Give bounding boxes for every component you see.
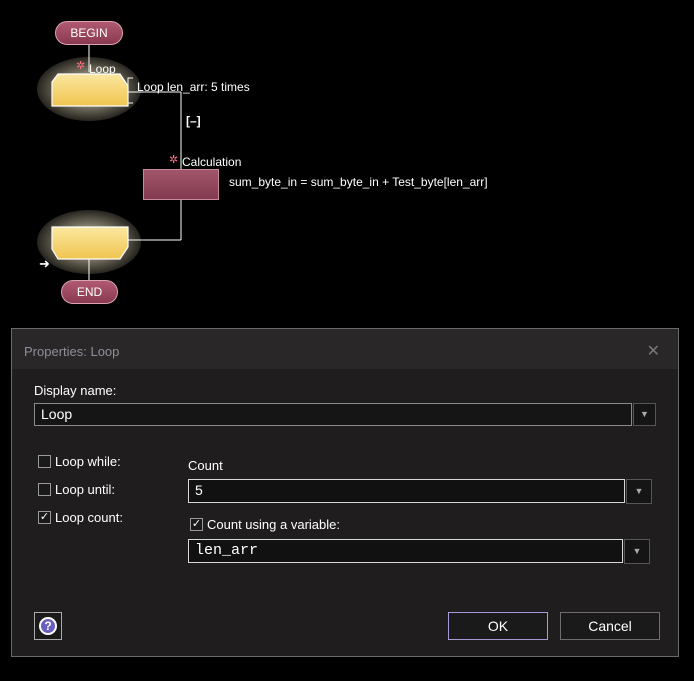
loop-start-node[interactable]: [50, 72, 130, 108]
ok-button[interactable]: OK: [448, 612, 548, 640]
star-icon: ✲: [169, 154, 179, 166]
calc-node-title: Calculation: [182, 155, 242, 169]
count-variable-dropdown-button[interactable]: ▼: [624, 539, 650, 564]
loop-while-checkbox[interactable]: [38, 455, 51, 468]
cancel-button[interactable]: Cancel: [560, 612, 660, 640]
loop-count-checkbox[interactable]: ✓: [38, 511, 51, 524]
flowchart-canvas[interactable]: BEGIN ✲ Loop Loop len_arr: 5 times [–] ✲…: [0, 0, 694, 320]
loop-count-label: Loop count:: [55, 510, 123, 525]
calc-node-description: sum_byte_in = sum_byte_in + Test_byte[le…: [229, 175, 488, 189]
help-button[interactable]: ?: [34, 612, 62, 640]
star-icon: ✲: [76, 60, 86, 72]
flowchart-connectors: [37, 44, 182, 280]
display-name-dropdown-button[interactable]: ▼: [633, 403, 656, 426]
begin-node[interactable]: BEGIN: [55, 21, 123, 45]
dialog-title: Properties: Loop: [24, 344, 120, 359]
question-mark-icon: ?: [39, 617, 57, 635]
count-label: Count: [188, 458, 223, 473]
calculation-node[interactable]: [143, 169, 219, 200]
loop-until-label: Loop until:: [55, 482, 115, 497]
loop-while-label: Loop while:: [55, 454, 121, 469]
collapse-toggle[interactable]: [–]: [186, 114, 201, 128]
count-dropdown-button[interactable]: ▼: [626, 479, 652, 504]
display-name-label: Display name:: [34, 383, 117, 398]
count-using-variable-checkbox[interactable]: ✓: [190, 518, 203, 531]
count-field[interactable]: 5: [188, 479, 625, 503]
arrow-right-icon: ➜: [39, 256, 50, 271]
count-using-variable-label: Count using a variable:: [207, 517, 340, 532]
end-node[interactable]: END: [61, 280, 118, 304]
loop-until-checkbox[interactable]: [38, 483, 51, 496]
dialog-title-bar[interactable]: Properties: Loop ✕: [12, 329, 678, 369]
properties-dialog: Properties: Loop ✕ Display name: Loop ▼ …: [11, 328, 679, 657]
loop-end-node[interactable]: [50, 225, 130, 261]
count-variable-field[interactable]: len_arr: [188, 539, 623, 563]
loop-node-description: Loop len_arr: 5 times: [137, 80, 250, 94]
close-icon[interactable]: ✕: [647, 341, 660, 361]
display-name-field[interactable]: Loop: [34, 403, 632, 426]
